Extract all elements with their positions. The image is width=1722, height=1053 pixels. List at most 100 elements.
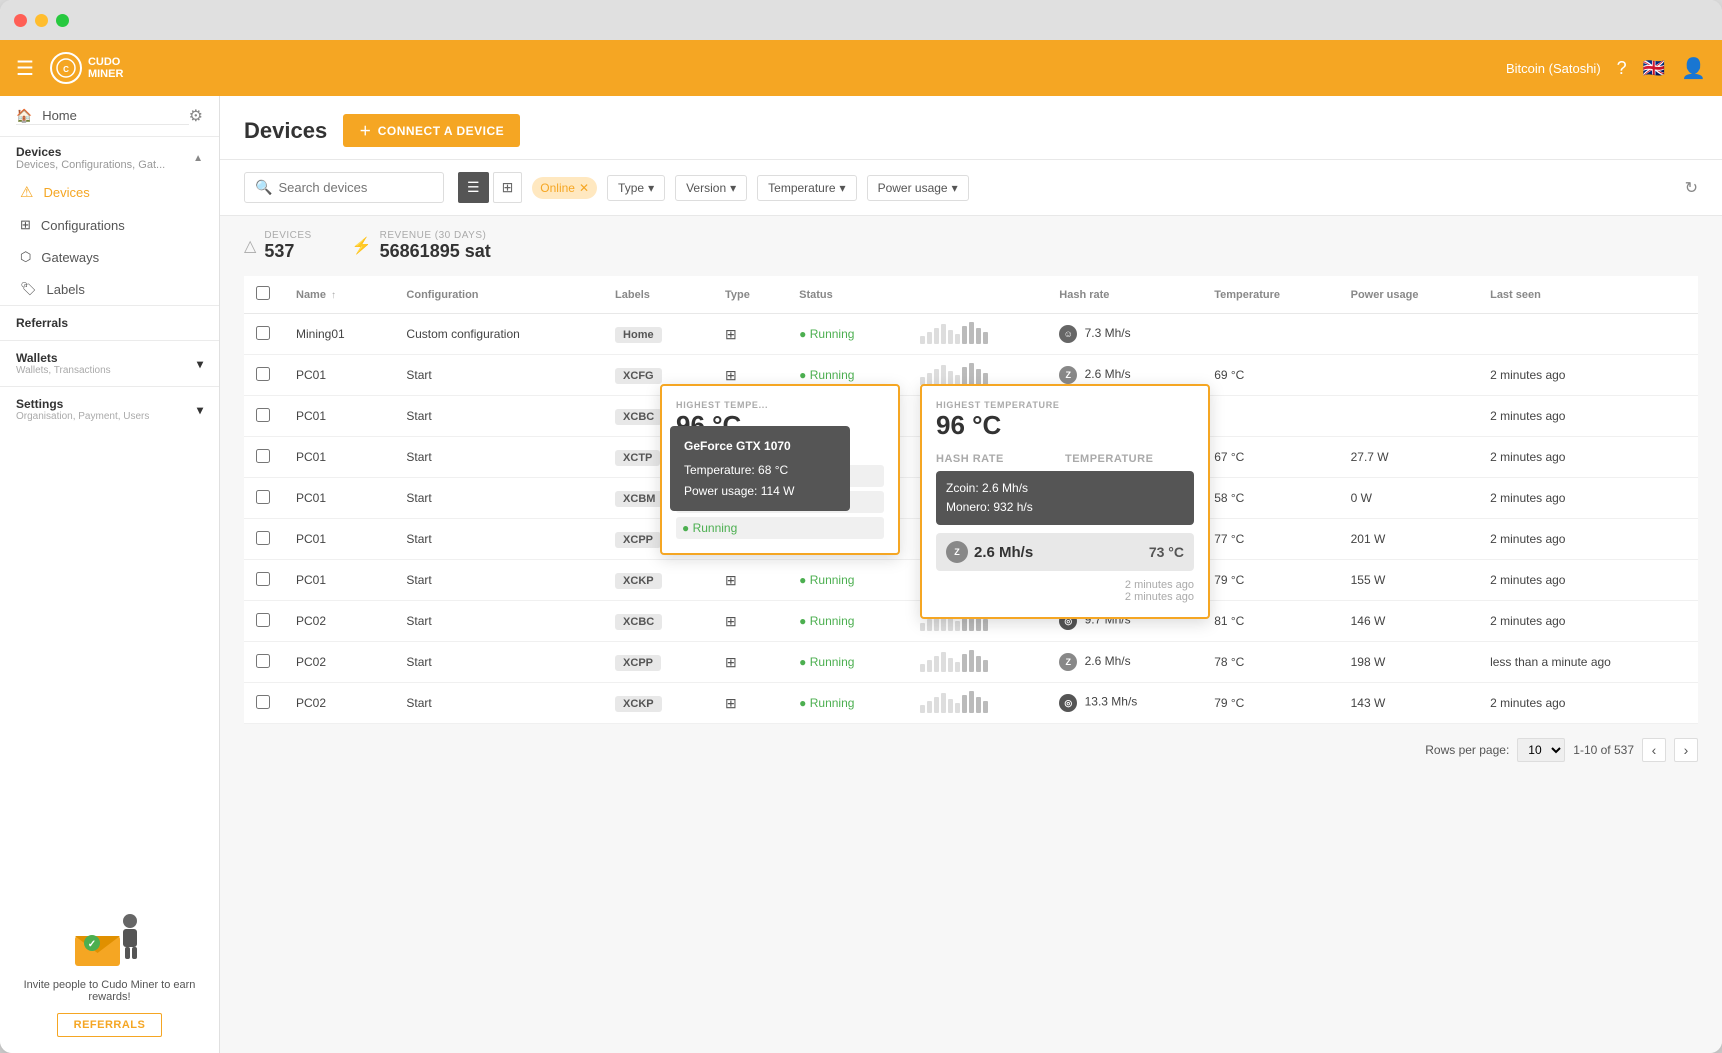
- minimize-btn[interactable]: [35, 14, 48, 27]
- filter-online-close[interactable]: ✕: [579, 181, 589, 195]
- sidebar-item-home[interactable]: 🏠 Home: [16, 108, 189, 125]
- row-checkbox[interactable]: [256, 408, 270, 422]
- row-checkbox[interactable]: [256, 326, 270, 340]
- filter-version[interactable]: Version ▾: [675, 175, 747, 201]
- mini-bar: [948, 699, 953, 713]
- prev-page-button[interactable]: ‹: [1642, 738, 1666, 762]
- mini-bar: [976, 697, 981, 713]
- row-checkbox[interactable]: [256, 695, 270, 709]
- os-icon: ⊞: [725, 572, 737, 588]
- mini-bar: [955, 621, 960, 631]
- os-icon: ⊞: [725, 654, 737, 670]
- sidebar-item-configurations-label: Configurations: [41, 218, 125, 233]
- cell-config: Start: [394, 601, 603, 642]
- refresh-icon[interactable]: ↻: [1685, 178, 1698, 198]
- filter-type[interactable]: Type ▾: [607, 175, 665, 201]
- col-labels: Labels: [603, 276, 713, 314]
- row-checkbox[interactable]: [256, 531, 270, 545]
- cell-lastseen: 2 minutes ago: [1478, 683, 1698, 724]
- sidebar-item-gateways[interactable]: ⬡ Gateways: [0, 241, 219, 273]
- logo: C CUDOMINER: [50, 52, 123, 84]
- help-icon[interactable]: ?: [1617, 58, 1627, 79]
- filter-version-label: Version: [686, 181, 726, 195]
- cell-config: Start: [394, 355, 603, 396]
- cell-name: PC02: [284, 642, 394, 683]
- row-checkbox[interactable]: [256, 449, 270, 463]
- cell-checkbox: [244, 560, 284, 601]
- cell-config: Start: [394, 560, 603, 601]
- cell-type: ⊞: [713, 642, 787, 683]
- row-checkbox[interactable]: [256, 490, 270, 504]
- mini-bar: [934, 369, 939, 385]
- row-checkbox[interactable]: [256, 654, 270, 668]
- plus-icon: ＋: [359, 122, 372, 139]
- search-input[interactable]: [278, 180, 433, 195]
- status-badge: ● Running: [799, 696, 854, 710]
- next-page-button[interactable]: ›: [1674, 738, 1698, 762]
- list-view-button[interactable]: ☰: [458, 172, 489, 203]
- col-type: Type: [713, 276, 787, 314]
- chevron-down-icon-v: ▾: [730, 181, 736, 195]
- cell-temp: [1202, 314, 1338, 355]
- settings-chevron-icon: ▾: [197, 403, 203, 417]
- sidebar-item-labels[interactable]: 🏷 Labels: [0, 273, 219, 305]
- popup-card-right: HIGHEST TEMPERATURE 96 °C Hash rate Temp…: [920, 384, 1210, 619]
- app-body: ☰ C CUDOMINER Bitcoin (Satoshi) ? 🇬🇧 👤: [0, 40, 1722, 1053]
- wallets-label: Wallets: [16, 351, 111, 365]
- close-btn[interactable]: [14, 14, 27, 27]
- select-all-checkbox[interactable]: [256, 286, 270, 300]
- mini-bar: [955, 334, 960, 344]
- row-checkbox[interactable]: [256, 572, 270, 586]
- mini-bar: [948, 617, 953, 631]
- highest-temp-label-left: HIGHEST TEMPE...: [676, 400, 884, 410]
- cell-hashrate: ◎ 13.3 Mh/s: [1047, 683, 1202, 724]
- filter-temperature[interactable]: Temperature ▾: [757, 175, 856, 201]
- cell-power: 143 W: [1339, 683, 1478, 724]
- settings-section-title[interactable]: Settings Organisation, Payment, Users ▾: [0, 386, 219, 432]
- filter-power[interactable]: Power usage ▾: [867, 175, 969, 201]
- cell-status: ● Running: [787, 601, 907, 642]
- search-icon: 🔍: [255, 179, 272, 196]
- currency-label: Bitcoin (Satoshi): [1506, 61, 1601, 76]
- cell-type: ⊞: [713, 560, 787, 601]
- devices-group-sub: Devices, Configurations, Gat...: [16, 159, 165, 171]
- cell-status: ● Running: [787, 642, 907, 683]
- referrals-button[interactable]: REFERRALS: [57, 1013, 163, 1037]
- flag-icon[interactable]: 🇬🇧: [1643, 58, 1665, 79]
- wallets-section-title[interactable]: Wallets Wallets, Transactions ▾: [0, 340, 219, 386]
- filter-online[interactable]: Online ✕: [532, 177, 597, 199]
- grid-view-button[interactable]: ⊞: [493, 172, 523, 203]
- cell-power: 198 W: [1339, 642, 1478, 683]
- cell-temp: 77 °C: [1202, 519, 1338, 560]
- hamburger-menu[interactable]: ☰: [16, 56, 34, 81]
- mini-chart: [920, 324, 1036, 344]
- labels-icon: 🏷: [20, 281, 37, 297]
- cell-power: [1339, 314, 1478, 355]
- cell-chart: [908, 683, 1048, 724]
- sidebar-item-configurations[interactable]: ⊞ Configurations: [0, 209, 219, 241]
- filter-temperature-label: Temperature: [768, 181, 835, 195]
- cell-label: XCKP: [603, 560, 713, 601]
- hash-value: 2.6 Mh/s: [974, 544, 1143, 561]
- zcoin-row: Zcoin: 2.6 Mh/s: [946, 479, 1184, 498]
- wallets-sub: Wallets, Transactions: [16, 365, 111, 376]
- os-icon: ⊞: [725, 613, 737, 629]
- popup-hash-col-label: Hash rate: [936, 453, 1065, 465]
- cell-type: ⊞: [713, 601, 787, 642]
- row-checkbox[interactable]: [256, 613, 270, 627]
- wallets-chevron-icon: ▾: [197, 357, 203, 371]
- cell-temp: 67 °C: [1202, 437, 1338, 478]
- sidebar-item-devices[interactable]: ⚠ Devices: [0, 175, 219, 209]
- chevron-up-icon[interactable]: ▲: [193, 153, 203, 164]
- cell-status: ● Running: [787, 314, 907, 355]
- cell-chart: [908, 314, 1048, 355]
- settings-gear-icon[interactable]: ⚙: [189, 106, 203, 126]
- referrals-section-title[interactable]: Referrals: [0, 305, 219, 340]
- connect-device-button[interactable]: ＋ CONNECT A DEVICE: [343, 114, 520, 147]
- cell-chart: [908, 642, 1048, 683]
- cell-checkbox: [244, 355, 284, 396]
- rows-per-page-select[interactable]: 10 25 50: [1517, 738, 1565, 762]
- user-icon[interactable]: 👤: [1681, 56, 1706, 81]
- row-checkbox[interactable]: [256, 367, 270, 381]
- maximize-btn[interactable]: [56, 14, 69, 27]
